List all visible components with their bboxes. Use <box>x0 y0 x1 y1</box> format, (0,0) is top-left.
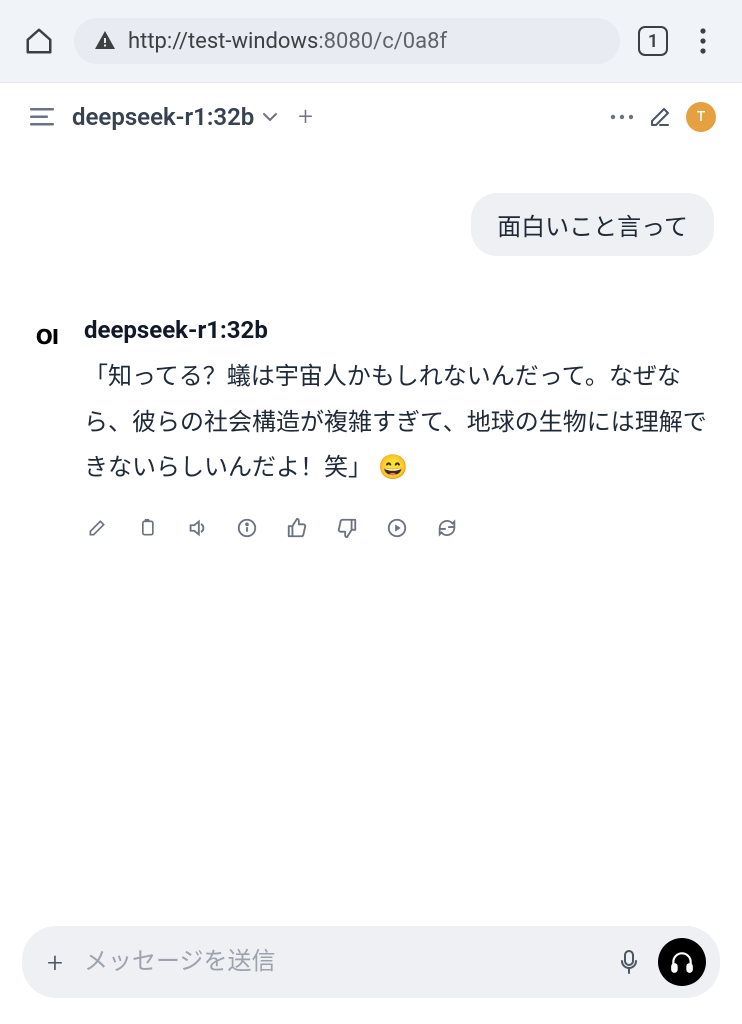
browser-menu-icon[interactable] <box>686 28 720 54</box>
url-bar[interactable]: http://test-windows:8080/c/0a8f <box>74 18 620 64</box>
new-chat-button[interactable]: + <box>292 102 319 132</box>
user-avatar[interactable]: T <box>686 102 716 132</box>
composer-pill: + <box>22 926 720 998</box>
mic-icon[interactable] <box>614 949 644 975</box>
assistant-message-text[interactable]: 「知ってる？蟻は宇宙人かもしれないんだって。なぜなら、彼らの社会構造が複雑すぎて… <box>84 354 714 491</box>
thumbs-down-icon[interactable] <box>334 515 360 541</box>
app-header: deepseek-r1:32b + T <box>0 83 742 143</box>
chat-area: 面白いこと言って OI deepseek-r1:32b 「知ってる？蟻は宇宙人か… <box>0 143 742 889</box>
edit-message-icon[interactable] <box>84 515 110 541</box>
user-message: 面白いこと言って <box>28 193 714 256</box>
chevron-down-icon <box>262 112 278 122</box>
assistant-message: OI deepseek-r1:32b 「知ってる？蟻は宇宙人かもしれないんだって… <box>28 316 714 541</box>
attach-button[interactable]: + <box>40 946 70 979</box>
assistant-name: deepseek-r1:32b <box>84 316 714 344</box>
model-selector[interactable]: deepseek-r1:32b <box>72 103 278 131</box>
url-text: http://test-windows:8080/c/0a8f <box>128 29 447 54</box>
continue-icon[interactable] <box>384 515 410 541</box>
speaker-icon[interactable] <box>184 515 210 541</box>
assistant-message-body: deepseek-r1:32b 「知ってる？蟻は宇宙人かもしれないんだって。なぜ… <box>84 316 714 541</box>
browser-toolbar: http://test-windows:8080/c/0a8f 1 <box>0 0 742 83</box>
insecure-warning-icon <box>92 28 118 54</box>
model-name: deepseek-r1:32b <box>72 103 254 131</box>
assistant-avatar: OI <box>28 318 66 356</box>
menu-icon[interactable] <box>26 101 58 133</box>
more-options-icon[interactable] <box>610 114 634 120</box>
composer: + <box>0 908 742 1024</box>
message-actions <box>84 515 714 541</box>
copy-icon[interactable] <box>134 515 160 541</box>
edit-icon[interactable] <box>648 105 672 129</box>
message-input[interactable] <box>84 948 600 976</box>
tab-switcher-button[interactable]: 1 <box>638 26 668 56</box>
home-icon[interactable] <box>22 24 56 58</box>
regenerate-icon[interactable] <box>434 515 460 541</box>
thumbs-up-icon[interactable] <box>284 515 310 541</box>
info-icon[interactable] <box>234 515 260 541</box>
voice-mode-button[interactable] <box>658 938 706 986</box>
user-message-bubble[interactable]: 面白いこと言って <box>471 193 714 256</box>
